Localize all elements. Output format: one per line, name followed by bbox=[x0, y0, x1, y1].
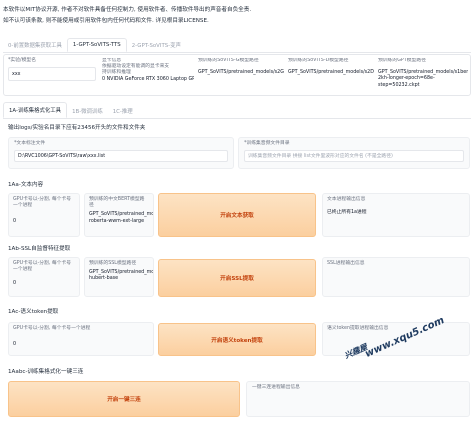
license-notice-line-1: 本软件以MIT协议开源, 作者不对软件具备任何控制力, 使用软件者、传播软件导出… bbox=[3, 7, 252, 13]
tab-gpt-sovits-voice-change[interactable]: 2-GPT-SoVITS-变声 bbox=[127, 38, 186, 52]
1aa-gpu-block: GPU卡号以-分割, 每个卡号一个进程 0 bbox=[8, 193, 80, 237]
tab-1b-finetune[interactable]: 1B-微调训练 bbox=[67, 104, 108, 118]
gpu-info-block: 显卡信息 依据驱动设定有能调的显卡来支 持训练和推理 0 NVIDIA GeFo… bbox=[102, 58, 194, 92]
1ab-gpu-label: GPU卡号以-分割, 每个卡号一个进程 bbox=[13, 261, 72, 273]
tab-1a-format-tool[interactable]: 1A-训练集格式化工具 bbox=[3, 102, 68, 118]
output-note: 输出logs/实验名目录下应有23456开头的文件和文件夹 bbox=[8, 125, 146, 131]
exp-name-block: *实验/模型名 xxx bbox=[8, 58, 96, 82]
exp-name-label: *实验/模型名 bbox=[8, 58, 36, 63]
section-1aabc-title: 1Aabc-训练集格式化一键三连 bbox=[8, 369, 84, 375]
sovits-d-block: 预训练的SoVITS-D模型路径 GPT_SoVITS/pretrained_m… bbox=[288, 58, 374, 92]
tab-dataset-tools[interactable]: 0-前置数据集获取工具 bbox=[3, 38, 67, 52]
gpu-info-value[interactable]: 0 NVIDIA GeForce RTX 3060 Laptop GPU 6 G… bbox=[102, 77, 194, 83]
1aa-bert-label: 预训练的中文BERT模型路径 bbox=[89, 197, 145, 209]
gpt-model-input[interactable]: GPT_SoVITS/pretrained_models/s1bert25hz-… bbox=[378, 70, 468, 89]
1ab-gpu-block: GPU卡号以-分割, 每个卡号一个进程 0 bbox=[8, 257, 80, 297]
wav-dir-block: *训练集音频文件目录 训练集音频文件目录 拼接 list文件里波形对应的文件名 … bbox=[238, 137, 470, 169]
sovits-d-label: 预训练的SoVITS-D模型路径 bbox=[288, 58, 349, 63]
text-label-file-block: *文本标注文件 D:\RVC1006\GPT-SoVITS\raw\xxx.li… bbox=[8, 137, 234, 169]
gpt-model-block: 预训练的GPT模型路径 GPT_SoVITS/pretrained_models… bbox=[378, 58, 468, 92]
gpt-model-label: 预训练的GPT模型路径 bbox=[378, 58, 426, 63]
text-label-file-input[interactable]: D:\RVC1006\GPT-SoVITS\raw\xxx.list bbox=[14, 150, 228, 163]
1ab-ssl-block: 预训练的SSL模型路径 GPT_SoVITS/pretrained_models… bbox=[84, 257, 154, 297]
1aa-bert-block: 预训练的中文BERT模型路径 GPT_SoVITS/pretrained_mod… bbox=[84, 193, 154, 237]
1ac-info-label: 语义token提取进程输出信息 bbox=[327, 326, 389, 331]
1aa-info-label: 文本进程输出信息 bbox=[327, 197, 366, 202]
1ab-ssl-label: 预训练的SSL模型路径 bbox=[89, 261, 137, 266]
sovits-d-input[interactable]: GPT_SoVITS/pretrained_models/s2D488k.pth bbox=[288, 70, 374, 76]
section-1ac-title: 1Ac-语义token提取 bbox=[8, 309, 59, 315]
tab-gpt-sovits-tts[interactable]: 1-GPT-SoVITS-TTS bbox=[66, 38, 127, 52]
1ab-gpu-input[interactable]: 0 bbox=[13, 281, 75, 287]
1aa-bert-input[interactable]: GPT_SoVITS/pretrained_models/chinese-rob… bbox=[89, 212, 153, 224]
1aabc-info-label: 一键三连进程输出信息 bbox=[252, 385, 300, 390]
1ab-info-label: SSL进程输出信息 bbox=[327, 261, 365, 266]
start-text-extraction-button[interactable]: 开启文本获取 bbox=[158, 193, 316, 237]
section-1aa-title: 1Aa-文本内容 bbox=[8, 182, 44, 188]
exp-name-input[interactable]: xxx bbox=[8, 67, 96, 82]
1aa-gpu-input[interactable]: 0 bbox=[13, 219, 75, 225]
1ac-gpu-block: GPU卡号以-分割, 每个卡号一个进程 0 bbox=[8, 322, 154, 356]
sovits-g-block: 预训练的SoVITS-G模型路径 GPT_SoVITS/pretrained_m… bbox=[198, 58, 284, 92]
start-ssl-extraction-button[interactable]: 开启SSL提取 bbox=[158, 259, 316, 297]
1ac-gpu-input[interactable]: 0 bbox=[13, 342, 149, 348]
1aa-info-block: 文本进程输出信息 已终止所有1a进程 bbox=[322, 193, 470, 237]
wav-dir-input[interactable]: 训练集音频文件目录 拼接 list文件里波形对应的文件名 (不是全路径) bbox=[244, 150, 464, 163]
sovits-g-label: 预训练的SoVITS-G模型路径 bbox=[198, 58, 259, 63]
1aa-gpu-label: GPU卡号以-分割, 每个卡号一个进程 bbox=[13, 197, 72, 209]
1ab-ssl-input[interactable]: GPT_SoVITS/pretrained_models/chinese-hub… bbox=[89, 270, 153, 282]
main-tabs: 0-前置数据集获取工具 1-GPT-SoVITS-TTS 2-GPT-SoVIT… bbox=[3, 38, 471, 53]
section-1ab-title: 1Ab-SSL自监督特征提取 bbox=[8, 246, 71, 252]
sub-tabs: 1A-训练集格式化工具 1B-微调训练 1C-推理 bbox=[3, 102, 471, 119]
text-label-file-label: *文本标注文件 bbox=[14, 141, 46, 146]
1aa-info-output: 已终止所有1a进程 bbox=[327, 210, 367, 216]
1ac-gpu-label: GPU卡号以-分割, 每个卡号一个进程 bbox=[13, 326, 91, 331]
1ab-info-block: SSL进程输出信息 bbox=[322, 257, 470, 297]
license-notice-line-2: 如不认可该条款, 则不能使用或引用软件包内任何代码和文件. 详见根目录LICEN… bbox=[3, 18, 209, 24]
start-semantic-token-button[interactable]: 开启语义token提取 bbox=[158, 323, 316, 356]
1aabc-info-block: 一键三连进程输出信息 bbox=[246, 381, 470, 417]
start-one-click-button[interactable]: 开启一键三连 bbox=[8, 381, 240, 417]
sovits-g-input[interactable]: GPT_SoVITS/pretrained_models/s2G488k.pth bbox=[198, 70, 284, 76]
tab-1c-inference[interactable]: 1C-推理 bbox=[108, 104, 138, 118]
wav-dir-label: *训练集音频文件目录 bbox=[244, 141, 290, 146]
